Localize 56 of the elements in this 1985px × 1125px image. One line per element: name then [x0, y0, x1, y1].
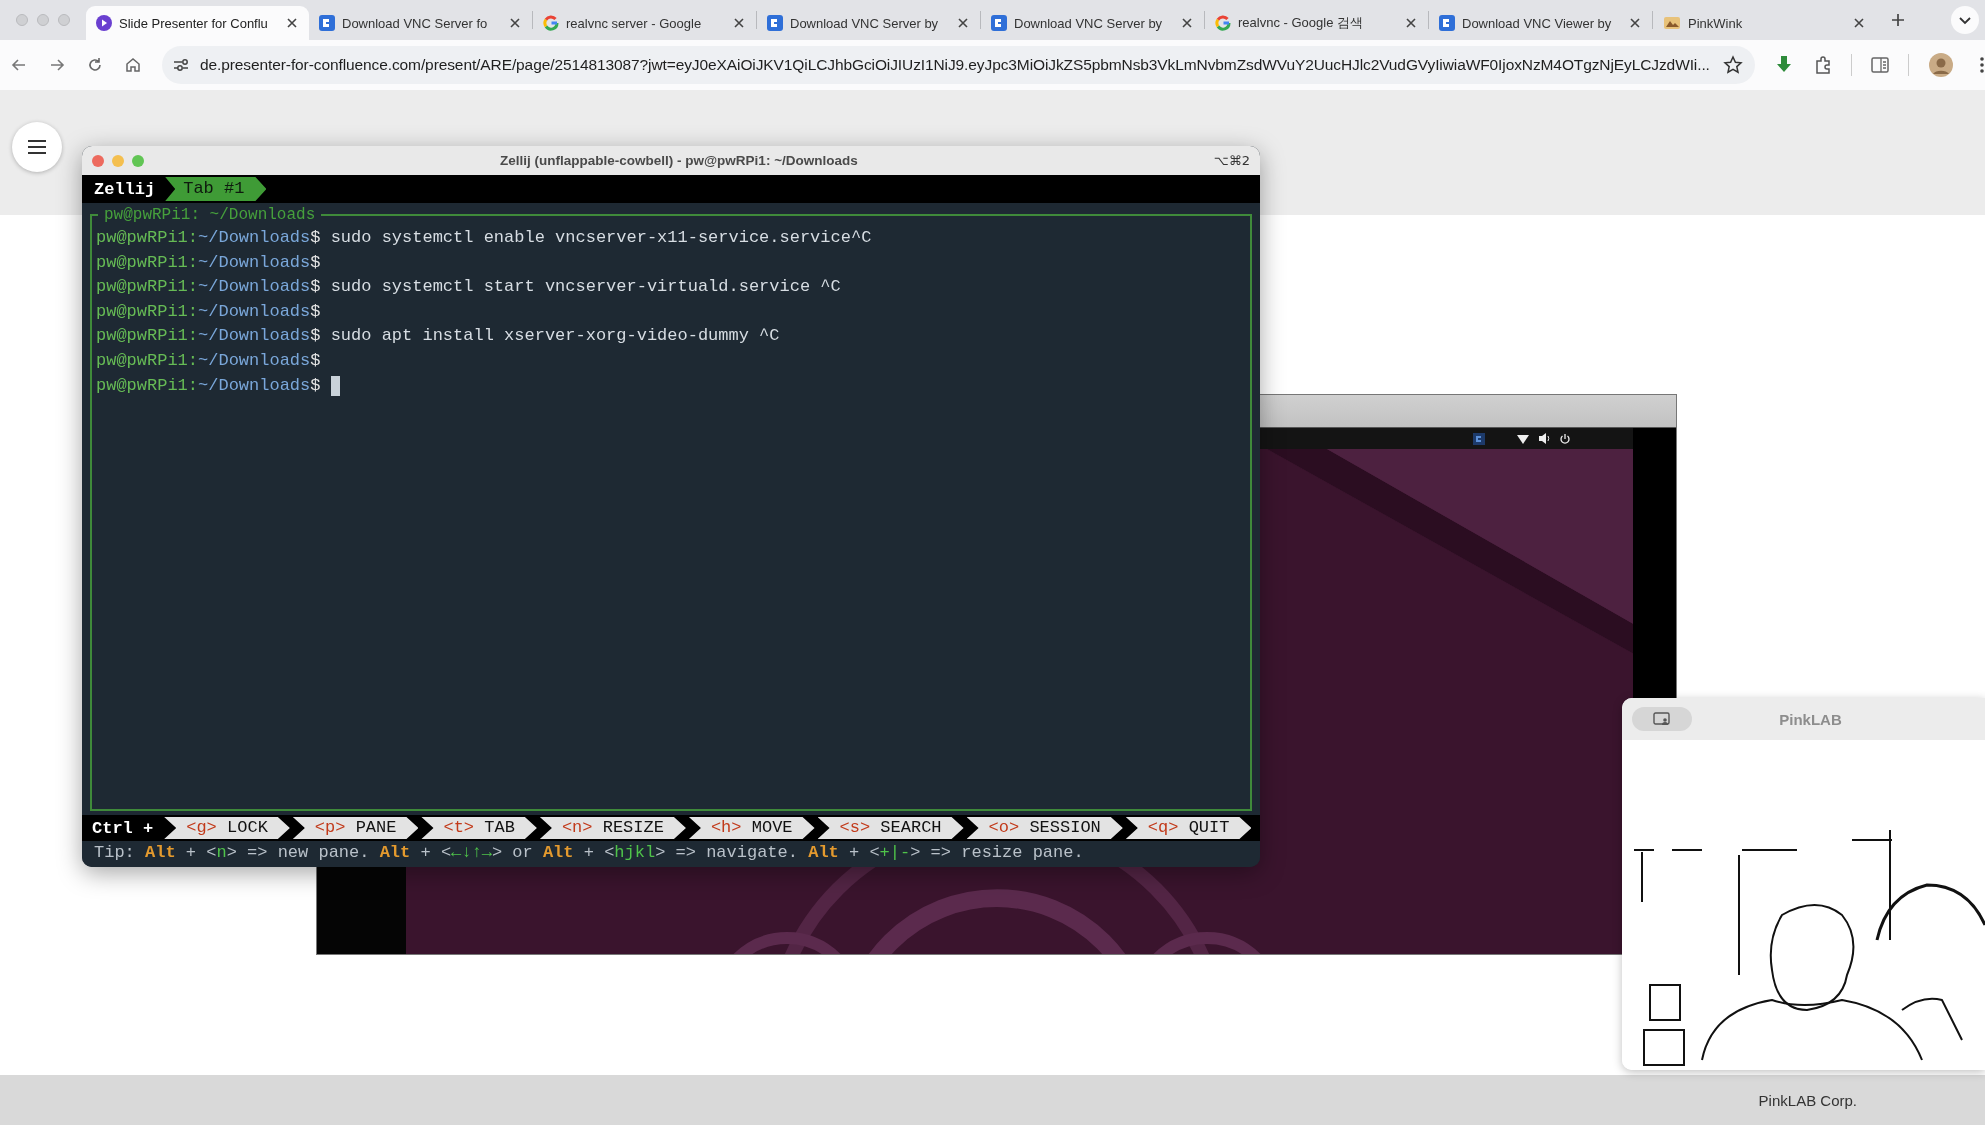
square-logo-icon — [1439, 15, 1455, 31]
browser-tab[interactable]: Slide Presenter for Conflu — [86, 6, 309, 40]
footer-text: PinkLAB Corp. — [1758, 1091, 1857, 1109]
browser-tab[interactable]: Download VNC Server by — [981, 6, 1204, 40]
close-icon[interactable] — [1852, 16, 1866, 30]
plus-icon[interactable] — [1890, 12, 1906, 28]
terminal-line: pw@pwRPi1:~/Downloads$ — [96, 373, 1246, 399]
close-icon[interactable] — [1628, 16, 1642, 30]
browser-tab[interactable]: PinkWink — [1653, 6, 1876, 40]
sidebar-icon[interactable] — [1870, 55, 1890, 75]
square-logo-icon — [991, 15, 1007, 31]
image-icon — [1663, 15, 1681, 31]
more-icon[interactable] — [1979, 55, 1985, 75]
modifier-label: Ctrl + — [92, 818, 155, 838]
terminal-line: pw@pwRPi1:~/Downloads$ — [96, 300, 322, 323]
power-icon[interactable] — [1559, 432, 1571, 445]
terminal-line: pw@pwRPi1:~/Downloads$ sudo apt install xserver-xorg-video-dummy ^C — [96, 325, 781, 348]
menu-icon — [27, 139, 47, 155]
close-icon[interactable] — [1180, 16, 1194, 30]
reload-icon[interactable] — [86, 56, 104, 74]
chevron-down-icon[interactable] — [1951, 6, 1979, 34]
pane-title: pw@pwRPi1: ~/Downloads — [103, 206, 317, 224]
terminal-line: pw@pwRPi1:~/Downloads$ — [96, 251, 322, 274]
speaker-icon[interactable] — [1538, 433, 1550, 444]
close-icon[interactable] — [956, 16, 970, 30]
avatar-icon[interactable] — [1929, 53, 1953, 77]
session-label: Zellij — [94, 179, 157, 199]
window-title: PinkLAB — [1778, 710, 1843, 728]
browser-tab[interactable]: Download VNC Server by — [757, 6, 980, 40]
play-badge-icon — [96, 15, 112, 31]
puzzle-icon[interactable] — [1813, 55, 1833, 75]
terminal-line: pw@pwRPi1:~/Downloads$ sudo systemctl start vncserver-virtuald.service ^C — [96, 276, 842, 299]
close-icon[interactable] — [508, 16, 522, 30]
close-icon[interactable] — [285, 16, 299, 30]
shortcut-label: ⌥⌘2 — [1213, 153, 1250, 168]
home-icon[interactable] — [124, 56, 142, 74]
browser-tab[interactable]: realvnc server - Google — [533, 6, 756, 40]
square-logo-icon[interactable] — [1473, 432, 1485, 445]
browser-tab[interactable]: Download VNC Viewer by — [1429, 6, 1652, 40]
close-icon[interactable] — [732, 16, 746, 30]
terminal-line: pw@pwRPi1:~/Downloads$ sudo systemctl enable vncserver-x11-service.service^C — [96, 227, 873, 249]
star-icon[interactable] — [1723, 55, 1743, 75]
shortcut-hint: <g> LOCK — [164, 817, 290, 839]
ring-logo-icon — [1215, 15, 1231, 31]
tune-icon[interactable] — [172, 56, 190, 74]
window-title: Zellij (unflappable-cowbell) - pw@pwRPi1: ~/Downloads — [498, 153, 859, 168]
wifi-icon[interactable] — [1517, 433, 1529, 444]
square-logo-icon — [319, 15, 335, 31]
address-bar[interactable]: de.presenter-for-confluence.com/present/ARE/page/2514813087?jwt=eyJ0eXAiOiJKV1QiLCJhbGciOiJIUzI1NiJ9.eyJpc3MiOiJkZS5pbmNsb3VkLmNvbmZsdWVuY2UucHJlc2VudGVyIiwiaWF0IjoxNzM4OTgzNjEyLCJzdWIi... — [162, 46, 1755, 84]
terminal-tab[interactable]: Tab #1 — [165, 177, 267, 201]
browser-tab[interactable]: Download VNC Server fo — [309, 6, 532, 40]
browser-tab[interactable]: realvnc - Google 검색 — [1205, 6, 1428, 40]
terminal-line: pw@pwRPi1:~/Downloads$ — [96, 349, 322, 372]
close-icon[interactable] — [1404, 16, 1418, 30]
square-logo-icon — [767, 15, 783, 31]
ring-logo-icon — [543, 15, 559, 31]
